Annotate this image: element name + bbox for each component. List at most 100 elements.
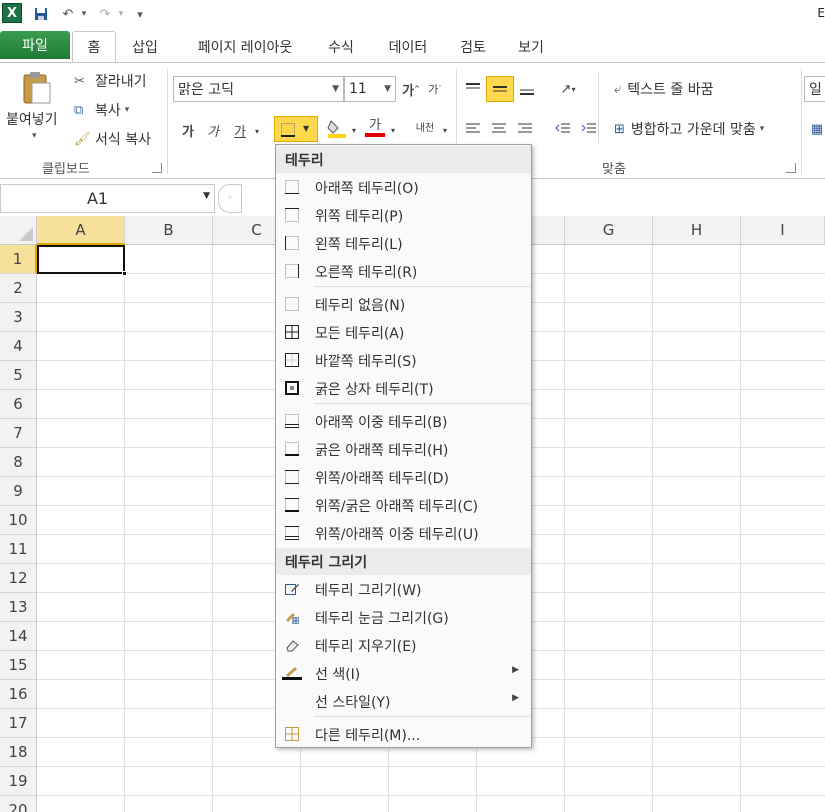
merge-center-button[interactable]: ⊞ 병합하고 가운데 맞춤 ▾ (614, 119, 764, 139)
row-header[interactable]: 12 (0, 564, 37, 593)
underline-dropdown-icon[interactable]: ▾ (252, 123, 262, 139)
row-header[interactable]: 17 (0, 709, 37, 738)
redo-dropdown-icon[interactable]: ▾ (115, 4, 127, 24)
menu-item-draw-border-grid[interactable]: 테두리 눈금 그리기(G) (276, 603, 531, 631)
paste-icon[interactable] (20, 71, 54, 107)
row-header[interactable]: 11 (0, 535, 37, 564)
align-right-button[interactable] (514, 119, 536, 139)
font-size-select[interactable]: 11 ▼ (344, 76, 396, 102)
active-cell-a1[interactable] (37, 245, 127, 276)
menu-item-no-border[interactable]: 테두리 없음(N) (276, 290, 531, 318)
paste-button[interactable]: 붙여넣기 (6, 109, 58, 129)
increase-indent-button[interactable] (578, 119, 600, 139)
menu-item-draw-border[interactable]: 테두리 그리기(W) (276, 575, 531, 603)
tab-formulas[interactable]: 수식 (318, 32, 364, 62)
merge-dropdown-icon[interactable]: ▾ (760, 124, 765, 134)
tab-insert[interactable]: 삽입 (122, 32, 168, 62)
column-header-i[interactable]: I (741, 216, 825, 245)
decrease-indent-button[interactable] (552, 119, 574, 139)
row-header[interactable]: 1 (0, 245, 37, 274)
tab-review[interactable]: 검토 (450, 32, 496, 62)
column-header-b[interactable]: B (125, 216, 213, 245)
shrink-font-button[interactable]: 가ˇ (426, 79, 444, 99)
column-header-h[interactable]: H (653, 216, 741, 245)
menu-item-erase-border[interactable]: 테두리 지우기(E) (276, 631, 531, 659)
row-header[interactable]: 15 (0, 651, 37, 680)
menu-item-bottom-border[interactable]: 아래쪽 테두리(O) (276, 173, 531, 201)
menu-item-left-border[interactable]: 왼쪽 테두리(L) (276, 229, 531, 257)
menu-item-top-border[interactable]: 위쪽 테두리(P) (276, 201, 531, 229)
row-header[interactable]: 18 (0, 738, 37, 767)
align-left-button[interactable] (462, 119, 484, 139)
chevron-down-icon[interactable]: ▼ (203, 191, 210, 201)
align-bottom-button[interactable] (516, 79, 538, 99)
undo-icon[interactable]: ↶ (58, 4, 78, 24)
formula-bar-handle[interactable]: ◦ (218, 184, 242, 213)
row-header[interactable]: 2 (0, 274, 37, 303)
row-header[interactable]: 6 (0, 390, 37, 419)
save-icon[interactable] (32, 4, 50, 24)
row-header[interactable]: 14 (0, 622, 37, 651)
tab-file[interactable]: 파일 (0, 31, 70, 59)
font-color-dropdown-icon[interactable]: ▾ (388, 123, 398, 137)
column-header-g[interactable]: G (565, 216, 653, 245)
currency-format-icon[interactable]: ▦ (808, 119, 825, 139)
row-header[interactable]: 4 (0, 332, 37, 361)
row-header[interactable]: 8 (0, 448, 37, 477)
font-name-select[interactable]: 맑은 고딕 ▼ (173, 76, 344, 102)
row-header[interactable]: 20 (0, 796, 37, 812)
phonetic-dropdown-icon[interactable]: ▾ (440, 123, 450, 137)
italic-button[interactable]: 가 (203, 119, 223, 141)
menu-item-top-thick-bottom-border[interactable]: 위쪽/굵은 아래쪽 테두리(C) (276, 491, 531, 519)
number-format-select[interactable]: 일 (804, 76, 825, 102)
menu-item-all-borders[interactable]: 모든 테두리(A) (276, 318, 531, 346)
row-header[interactable]: 5 (0, 361, 37, 390)
menu-item-thick-bottom-border[interactable]: 굵은 아래쪽 테두리(H) (276, 435, 531, 463)
copy-dropdown-icon[interactable]: ▾ (125, 105, 130, 115)
row-header[interactable]: 9 (0, 477, 37, 506)
menu-item-line-color[interactable]: 선 색(I) ▶ (276, 659, 531, 687)
row-header[interactable]: 13 (0, 593, 37, 622)
undo-dropdown-icon[interactable]: ▾ (78, 4, 90, 24)
excel-app-icon[interactable]: X (2, 3, 22, 23)
column-header-a[interactable]: A (37, 216, 125, 245)
clipboard-launcher-icon[interactable] (152, 163, 162, 173)
tab-page-layout[interactable]: 페이지 레이아웃 (180, 32, 310, 62)
bold-button[interactable]: 가 (178, 119, 198, 141)
phonetic-button[interactable]: 내천 (412, 117, 438, 141)
menu-item-line-style[interactable]: 선 스타일(Y) ▶ (276, 687, 531, 715)
menu-item-outside-borders[interactable]: 바깥쪽 테두리(S) (276, 346, 531, 374)
tab-data[interactable]: 데이터 (378, 32, 438, 62)
menu-item-top-bottom-border[interactable]: 위쪽/아래쪽 테두리(D) (276, 463, 531, 491)
underline-button[interactable]: 가 (230, 119, 250, 141)
grow-font-button[interactable]: 가 ^ (402, 79, 420, 99)
alignment-launcher-icon[interactable] (786, 163, 796, 173)
row-header[interactable]: 3 (0, 303, 37, 332)
font-color-button[interactable]: 가 (364, 117, 386, 139)
cut-button[interactable]: ✂ 잘라내기 (74, 71, 147, 91)
fill-color-icon[interactable] (326, 117, 348, 139)
menu-item-top-double-bottom-border[interactable]: 위쪽/아래쪽 이중 테두리(U) (276, 519, 531, 547)
fill-color-dropdown-icon[interactable]: ▾ (349, 123, 359, 137)
fill-handle[interactable] (122, 271, 127, 276)
wrap-text-button[interactable]: ⤶ 텍스트 줄 바꿈 (614, 79, 713, 99)
row-header[interactable]: 16 (0, 680, 37, 709)
row-header[interactable]: 7 (0, 419, 37, 448)
tab-home[interactable]: 홈 (72, 31, 116, 62)
format-painter-button[interactable]: 🖌 서식 복사 (74, 129, 151, 149)
menu-item-thick-box-border[interactable]: 굵은 상자 테두리(T) (276, 374, 531, 402)
tab-view[interactable]: 보기 (508, 32, 554, 62)
row-header[interactable]: 19 (0, 767, 37, 796)
menu-item-more-borders[interactable]: 다른 테두리(M)... (276, 720, 531, 748)
paste-dropdown-icon[interactable]: ▾ (32, 131, 37, 141)
row-header[interactable]: 10 (0, 506, 37, 535)
borders-button[interactable]: ▼ (274, 116, 318, 142)
redo-icon[interactable]: ↷ (95, 4, 115, 24)
copy-button[interactable]: ⧉ 복사 ▾ (74, 100, 129, 120)
menu-item-bottom-double-border[interactable]: 아래쪽 이중 테두리(B) (276, 407, 531, 435)
select-all-button[interactable] (0, 216, 37, 245)
name-box[interactable]: A1 ▼ (0, 184, 215, 213)
align-top-button[interactable] (462, 79, 484, 99)
customize-qat-icon[interactable]: ▾ (133, 4, 147, 24)
align-center-button[interactable] (488, 119, 510, 139)
